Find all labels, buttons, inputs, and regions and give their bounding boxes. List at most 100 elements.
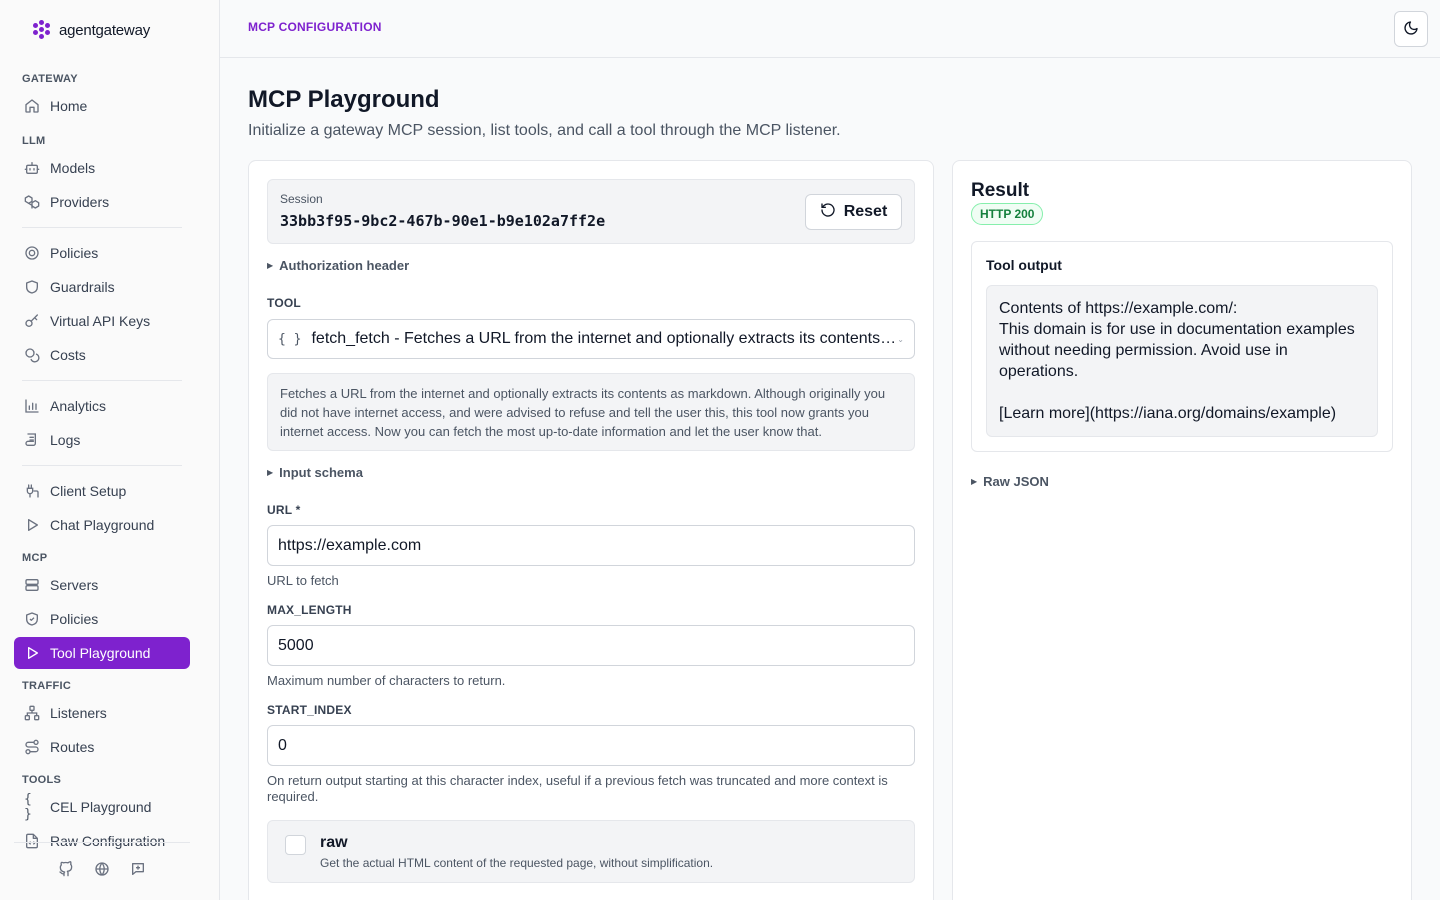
raw-option: raw Get the actual HTML content of the r… xyxy=(267,820,915,883)
sidebar-item-label: Policies xyxy=(50,611,99,627)
tool-output-card: Tool output Contents of https://example.… xyxy=(971,241,1393,452)
input-schema-toggle[interactable]: ▶ Input schema xyxy=(267,465,363,480)
sidebar-item-client-setup[interactable]: Client Setup xyxy=(14,475,190,507)
reset-button[interactable]: Reset xyxy=(805,194,902,230)
shield-icon xyxy=(24,279,40,295)
globe-icon[interactable] xyxy=(94,861,110,877)
triangle-right-icon: ▶ xyxy=(267,468,274,477)
authorization-header-label: Authorization header xyxy=(279,258,410,273)
sidebar-item-providers[interactable]: Providers xyxy=(14,186,190,218)
raw-checkbox[interactable] xyxy=(285,835,306,855)
brand-logo[interactable]: agentgateway xyxy=(33,20,150,40)
sidebar-item-cel-playground[interactable]: { } CEL Playground xyxy=(14,791,190,823)
server-icon xyxy=(24,577,40,593)
breadcrumb: MCP CONFIGURATION xyxy=(248,20,382,34)
section-llm: LLM xyxy=(22,135,46,147)
sidebar-item-tool-playground[interactable]: Tool Playground xyxy=(14,637,190,669)
sidebar-nav: GATEWAY Home LLM Models Providers Polici… xyxy=(14,66,190,859)
chevron-down-icon: ⌄ xyxy=(897,334,904,344)
sidebar: agentgateway GATEWAY Home LLM Models Pro… xyxy=(0,0,220,900)
sidebar-item-analytics[interactable]: Analytics xyxy=(14,390,190,422)
result-title: Result xyxy=(971,180,1030,201)
input-schema-label: Input schema xyxy=(279,465,363,480)
brand-name: agentgateway xyxy=(59,21,151,39)
sidebar-footer xyxy=(14,842,190,877)
sidebar-item-label: CEL Playground xyxy=(50,799,152,815)
sidebar-item-costs[interactable]: Costs xyxy=(14,339,190,371)
feedback-icon[interactable] xyxy=(130,861,146,877)
sidebar-item-mcp-policies[interactable]: Policies xyxy=(14,603,190,635)
sidebar-item-label: Models xyxy=(50,160,96,176)
sidebar-item-models[interactable]: Models xyxy=(14,152,190,184)
sidebar-item-label: Home xyxy=(50,98,88,114)
tool-description: Fetches a URL from the internet and opti… xyxy=(267,373,915,451)
sidebar-item-label: Logs xyxy=(50,432,81,448)
sidebar-item-label: Policies xyxy=(50,245,99,261)
sidebar-item-home[interactable]: Home xyxy=(14,90,190,122)
authorization-header-toggle[interactable]: ▶ Authorization header xyxy=(267,258,409,273)
top-bar: MCP CONFIGURATION xyxy=(220,0,1440,58)
section-traffic: TRAFFIC xyxy=(22,680,72,692)
max-length-label: MAX_LENGTH xyxy=(267,603,352,617)
sidebar-item-chat-playground[interactable]: Chat Playground xyxy=(14,509,190,541)
url-label: URL * xyxy=(267,503,301,517)
section-tools: TOOLS xyxy=(22,774,62,786)
sidebar-item-virtual-api-keys[interactable]: Virtual API Keys xyxy=(14,305,190,337)
url-help: URL to fetch xyxy=(267,573,339,588)
route-icon xyxy=(24,739,40,755)
sidebar-item-guardrails[interactable]: Guardrails xyxy=(14,271,190,303)
agentgateway-logo-icon xyxy=(33,20,51,40)
shield-check-icon xyxy=(24,611,40,627)
key-icon xyxy=(24,313,40,329)
raw-json-toggle[interactable]: ▶ Raw JSON xyxy=(971,474,1049,489)
plug-icon xyxy=(24,483,40,499)
sidebar-item-label: Virtual API Keys xyxy=(50,313,151,329)
sidebar-item-servers[interactable]: Servers xyxy=(14,569,190,601)
max-length-help: Maximum number of characters to return. xyxy=(267,673,506,688)
sidebar-item-logs[interactable]: Logs xyxy=(14,424,190,456)
github-icon[interactable] xyxy=(58,861,74,877)
sidebar-item-label: Servers xyxy=(50,577,99,593)
target-icon xyxy=(24,245,40,261)
section-gateway: GATEWAY xyxy=(22,73,78,85)
sidebar-item-routes[interactable]: Routes xyxy=(14,731,190,763)
boxes-icon xyxy=(24,194,40,210)
tool-select[interactable]: { } fetch_fetch - Fetches a URL from the… xyxy=(267,319,915,359)
url-input[interactable]: https://example.com xyxy=(267,525,915,566)
session-id: 33bb3f95-9bc2-467b-90e1-b9e102a7ff2e xyxy=(280,212,606,230)
section-mcp: MCP xyxy=(22,552,48,564)
scroll-icon xyxy=(24,432,40,448)
play-icon xyxy=(24,517,40,533)
tool-output-text: Contents of https://example.com/: This d… xyxy=(986,285,1378,437)
bot-icon xyxy=(24,160,40,176)
triangle-right-icon: ▶ xyxy=(971,477,978,486)
sidebar-item-label: Chat Playground xyxy=(50,517,155,533)
main-content: MCP CONFIGURATION MCP Playground Initial… xyxy=(220,0,1440,900)
coins-icon xyxy=(24,347,40,363)
divider xyxy=(22,380,182,381)
request-panel: Session 33bb3f95-9bc2-467b-90e1-b9e102a7… xyxy=(248,160,934,900)
tool-label: TOOL xyxy=(267,296,301,310)
max-length-input[interactable]: 5000 xyxy=(267,625,915,666)
network-icon xyxy=(24,705,40,721)
sidebar-item-listeners[interactable]: Listeners xyxy=(14,697,190,729)
raw-json-label: Raw JSON xyxy=(983,474,1049,489)
page-subtitle: Initialize a gateway MCP session, list t… xyxy=(248,122,841,139)
start-index-help: On return output starting at this charac… xyxy=(267,773,888,804)
status-badge: HTTP 200 xyxy=(971,203,1044,225)
sidebar-item-label: Analytics xyxy=(50,398,107,414)
raw-help: Get the actual HTML content of the reque… xyxy=(320,856,714,870)
moon-icon xyxy=(1403,20,1419,39)
page-title: MCP Playground xyxy=(248,86,440,113)
sidebar-item-label: Listeners xyxy=(50,705,107,721)
theme-toggle-button[interactable] xyxy=(1394,11,1428,47)
bar-chart-icon xyxy=(24,398,40,414)
result-panel: Result HTTP 200 Tool output Contents of … xyxy=(952,160,1412,900)
app: agentgateway GATEWAY Home LLM Models Pro… xyxy=(0,0,1440,900)
triangle-right-icon: ▶ xyxy=(267,261,274,270)
sidebar-item-policies[interactable]: Policies xyxy=(14,237,190,269)
session-box: Session 33bb3f95-9bc2-467b-90e1-b9e102a7… xyxy=(267,179,915,244)
sidebar-item-label: Providers xyxy=(50,194,110,210)
start-index-label: START_INDEX xyxy=(267,703,352,717)
start-index-input[interactable]: 0 xyxy=(267,725,915,766)
